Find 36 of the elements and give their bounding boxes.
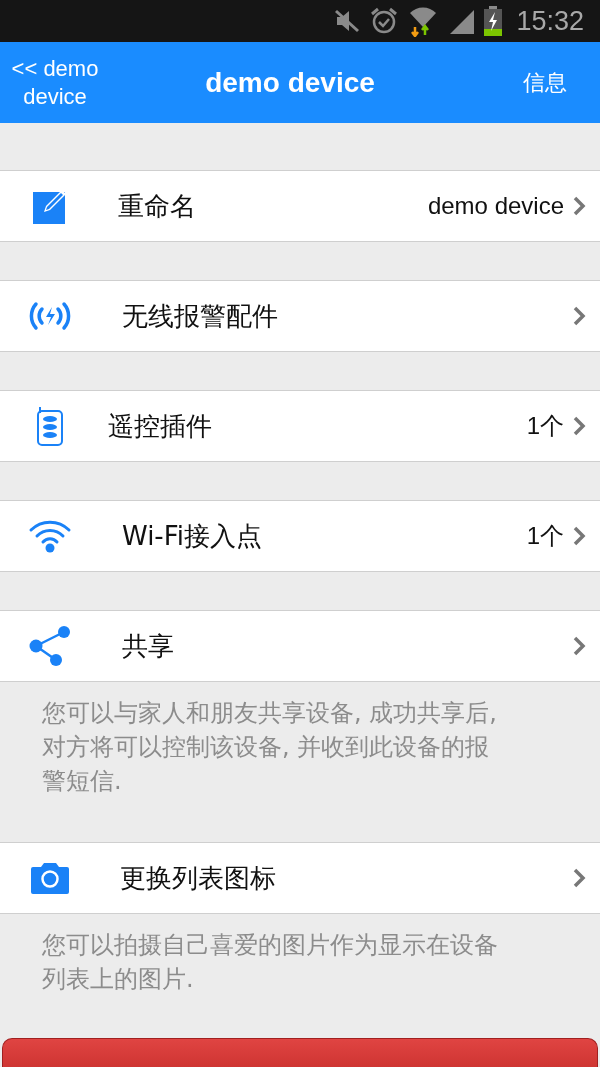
settings-row[interactable]: Wi-Fi接入点 1个 bbox=[0, 500, 600, 572]
remote-control-icon bbox=[35, 405, 65, 447]
unbind-button[interactable] bbox=[2, 1038, 598, 1067]
camera-icon bbox=[29, 862, 71, 894]
status-time: 15:32 bbox=[516, 5, 584, 37]
row-label: 无线报警配件 bbox=[122, 299, 279, 333]
row-label: 共享 bbox=[122, 629, 175, 663]
chevron-icon bbox=[572, 635, 586, 657]
settings-row[interactable]: 无线报警配件 bbox=[0, 280, 600, 352]
alarm-icon bbox=[370, 7, 399, 35]
chevron-icon bbox=[572, 415, 586, 437]
page-title: demo device bbox=[204, 66, 376, 99]
mute-icon bbox=[334, 9, 361, 33]
row-label: Wi-Fi接入点 bbox=[122, 519, 264, 553]
settings-row[interactable]: 遥控插件 1个 bbox=[0, 390, 600, 462]
wireless-alarm-icon bbox=[28, 301, 72, 331]
share-icon bbox=[28, 625, 72, 667]
row-label: 更换列表图标 bbox=[120, 861, 277, 895]
signal-icon bbox=[448, 8, 475, 34]
wifi-icon bbox=[28, 519, 72, 553]
row-value: 1个 bbox=[526, 411, 564, 441]
chevron-icon bbox=[572, 525, 586, 547]
row-value: demo device bbox=[427, 192, 564, 220]
chevron-icon bbox=[572, 195, 586, 217]
settings-row[interactable]: 重命名 demo device bbox=[0, 170, 600, 242]
settings-row[interactable]: 共享 bbox=[0, 610, 600, 682]
row-description: 您可以拍摄自己喜爱的图片作为显示在设备列表上的图片. bbox=[42, 930, 499, 995]
battery-icon bbox=[484, 6, 503, 36]
chevron-icon bbox=[572, 305, 586, 327]
settings-row[interactable]: 更换列表图标 bbox=[0, 842, 600, 914]
row-description: 您可以与家人和朋友共享设备, 成功共享后, 对方将可以控制该设备, 并收到此设备的报警短信. bbox=[42, 698, 498, 797]
row-label: 重命名 bbox=[118, 189, 197, 223]
row-label: 遥控插件 bbox=[108, 409, 213, 443]
wifi-data-icon bbox=[408, 5, 439, 37]
chevron-icon bbox=[572, 867, 586, 889]
row-value: 1个 bbox=[526, 521, 564, 551]
